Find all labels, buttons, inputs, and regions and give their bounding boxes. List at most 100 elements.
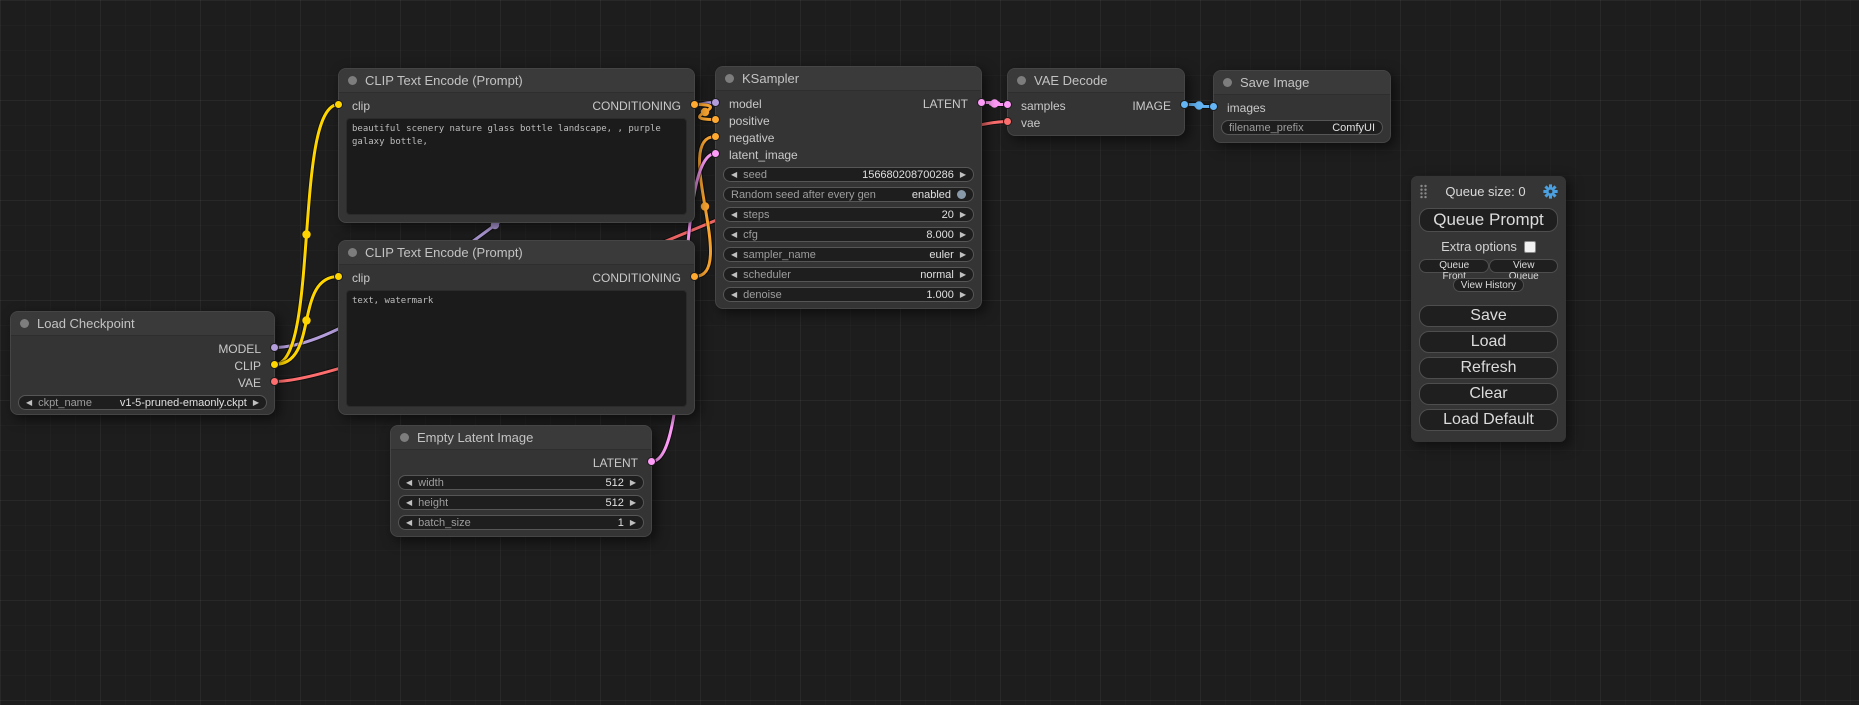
view-queue-button[interactable]: View Queue: [1489, 259, 1558, 273]
widget-name: denoise: [743, 289, 782, 301]
node-collapse-dot[interactable]: [20, 319, 29, 328]
widget-width[interactable]: ◀width512▶: [398, 475, 644, 490]
node-titlebar[interactable]: Load Checkpoint: [11, 312, 274, 336]
widget-name: ckpt_name: [38, 397, 92, 409]
graph-canvas[interactable]: Load CheckpointMODELCLIPVAE◀ckpt_namev1-…: [0, 0, 1859, 705]
refresh-button[interactable]: Refresh: [1419, 357, 1558, 379]
widget-denoise[interactable]: ◀denoise1.000▶: [723, 287, 974, 302]
settings-gear-icon[interactable]: [1543, 184, 1558, 199]
node-collapse-dot[interactable]: [348, 248, 357, 257]
decrement-arrow-icon[interactable]: ◀: [731, 291, 737, 299]
drag-handle-icon[interactable]: [1419, 184, 1428, 199]
increment-arrow-icon[interactable]: ▶: [630, 519, 636, 527]
node-collapse-dot[interactable]: [725, 74, 734, 83]
input-port-model[interactable]: [711, 98, 720, 107]
decrement-arrow-icon[interactable]: ◀: [406, 479, 412, 487]
queue-front-button[interactable]: Queue Front: [1419, 259, 1489, 273]
node-titlebar[interactable]: Save Image: [1214, 71, 1390, 95]
decrement-arrow-icon[interactable]: ◀: [406, 499, 412, 507]
input-port-label: samples: [1021, 99, 1066, 113]
toggle-indicator[interactable]: [957, 190, 966, 199]
node-titlebar[interactable]: VAE Decode: [1008, 69, 1184, 93]
extra-options-checkbox[interactable]: [1524, 241, 1536, 253]
node-save_image[interactable]: Save Image images filename_prefixComfyUI: [1213, 70, 1391, 143]
increment-arrow-icon[interactable]: ▶: [960, 171, 966, 179]
decrement-arrow-icon[interactable]: ◀: [26, 399, 32, 407]
output-slot-CONDITIONING: CONDITIONING: [592, 97, 694, 114]
decrement-arrow-icon[interactable]: ◀: [731, 211, 737, 219]
widget-sampler_name[interactable]: ◀sampler_nameeuler▶: [723, 247, 974, 262]
clear-button[interactable]: Clear: [1419, 383, 1558, 405]
output-port-CLIP[interactable]: [270, 360, 279, 369]
output-port-MODEL[interactable]: [270, 343, 279, 352]
widget-name: width: [418, 477, 444, 489]
output-port-CONDITIONING[interactable]: [690, 100, 699, 109]
output-port-VAE[interactable]: [270, 377, 279, 386]
node-collapse-dot[interactable]: [1017, 76, 1026, 85]
decrement-arrow-icon[interactable]: ◀: [406, 519, 412, 527]
output-port-CONDITIONING[interactable]: [690, 272, 699, 281]
link-midpoint-dot: [701, 202, 709, 210]
node-titlebar[interactable]: CLIP Text Encode (Prompt): [339, 241, 694, 265]
input-port-images[interactable]: [1209, 102, 1218, 111]
node-titlebar[interactable]: KSampler: [716, 67, 981, 91]
node-clip_encode_positive[interactable]: CLIP Text Encode (Prompt)clipCONDITIONIN…: [338, 68, 695, 223]
node-collapse-dot[interactable]: [348, 76, 357, 85]
increment-arrow-icon[interactable]: ▶: [960, 211, 966, 219]
widget-name: scheduler: [743, 269, 791, 281]
output-port-IMAGE[interactable]: [1180, 100, 1189, 109]
node-collapse-dot[interactable]: [400, 433, 409, 442]
increment-arrow-icon[interactable]: ▶: [253, 399, 259, 407]
decrement-arrow-icon[interactable]: ◀: [731, 271, 737, 279]
input-port-clip[interactable]: [334, 272, 343, 281]
output-port-LATENT[interactable]: [977, 98, 986, 107]
load-default-button[interactable]: Load Default: [1419, 409, 1558, 431]
decrement-arrow-icon[interactable]: ◀: [731, 231, 737, 239]
node-titlebar[interactable]: Empty Latent Image: [391, 426, 651, 450]
widget-value: v1-5-pruned-emaonly.ckpt: [120, 397, 247, 409]
widget-seed[interactable]: ◀seed156680208700286▶: [723, 167, 974, 182]
node-ksampler[interactable]: KSamplermodelpositivenegativelatent_imag…: [715, 66, 982, 309]
load-button[interactable]: Load: [1419, 331, 1558, 353]
decrement-arrow-icon[interactable]: ◀: [731, 251, 737, 259]
input-port-label: negative: [729, 131, 774, 145]
widget-steps[interactable]: ◀steps20▶: [723, 207, 974, 222]
increment-arrow-icon[interactable]: ▶: [960, 271, 966, 279]
prompt-textarea[interactable]: text, watermark: [346, 290, 687, 407]
widget-scheduler[interactable]: ◀schedulernormal▶: [723, 267, 974, 282]
output-port-LATENT[interactable]: [647, 457, 656, 466]
widget-ckpt_name[interactable]: ◀ ckpt_name v1-5-pruned-emaonly.ckpt ▶: [18, 395, 267, 410]
increment-arrow-icon[interactable]: ▶: [960, 251, 966, 259]
widget-name: sampler_name: [743, 249, 816, 261]
widget-random-seed-after-every-gen[interactable]: Random seed after every genenabled: [723, 187, 974, 202]
widget-filename_prefix[interactable]: filename_prefixComfyUI: [1221, 120, 1383, 135]
increment-arrow-icon[interactable]: ▶: [960, 231, 966, 239]
view-history-button[interactable]: View History: [1453, 278, 1524, 292]
input-port-vae[interactable]: [1003, 117, 1012, 126]
input-port-clip[interactable]: [334, 100, 343, 109]
widget-name: cfg: [743, 229, 758, 241]
node-vae_decode[interactable]: VAE DecodesamplesvaeIMAGE: [1007, 68, 1185, 136]
input-port-negative[interactable]: [711, 132, 720, 141]
widget-height[interactable]: ◀height512▶: [398, 495, 644, 510]
node-titlebar[interactable]: CLIP Text Encode (Prompt): [339, 69, 694, 93]
output-slot-LATENT: LATENT: [923, 95, 981, 112]
input-port-samples[interactable]: [1003, 100, 1012, 109]
input-port-label: images: [1227, 101, 1266, 115]
node-collapse-dot[interactable]: [1223, 78, 1232, 87]
node-empty_latent_image[interactable]: Empty Latent ImageLATENT◀width512▶◀heigh…: [390, 425, 652, 537]
decrement-arrow-icon[interactable]: ◀: [731, 171, 737, 179]
node-load_checkpoint[interactable]: Load CheckpointMODELCLIPVAE◀ckpt_namev1-…: [10, 311, 275, 415]
save-button[interactable]: Save: [1419, 305, 1558, 327]
node-clip_encode_negative[interactable]: CLIP Text Encode (Prompt)clipCONDITIONIN…: [338, 240, 695, 415]
prompt-textarea[interactable]: beautiful scenery nature glass bottle la…: [346, 118, 687, 215]
increment-arrow-icon[interactable]: ▶: [960, 291, 966, 299]
widget-cfg[interactable]: ◀cfg8.000▶: [723, 227, 974, 242]
increment-arrow-icon[interactable]: ▶: [630, 499, 636, 507]
queue-prompt-button[interactable]: Queue Prompt: [1419, 208, 1558, 232]
input-port-positive[interactable]: [711, 115, 720, 124]
queue-size-label: Queue size: 0: [1428, 184, 1543, 199]
increment-arrow-icon[interactable]: ▶: [630, 479, 636, 487]
widget-batch_size[interactable]: ◀batch_size1▶: [398, 515, 644, 530]
input-port-latent_image[interactable]: [711, 149, 720, 158]
